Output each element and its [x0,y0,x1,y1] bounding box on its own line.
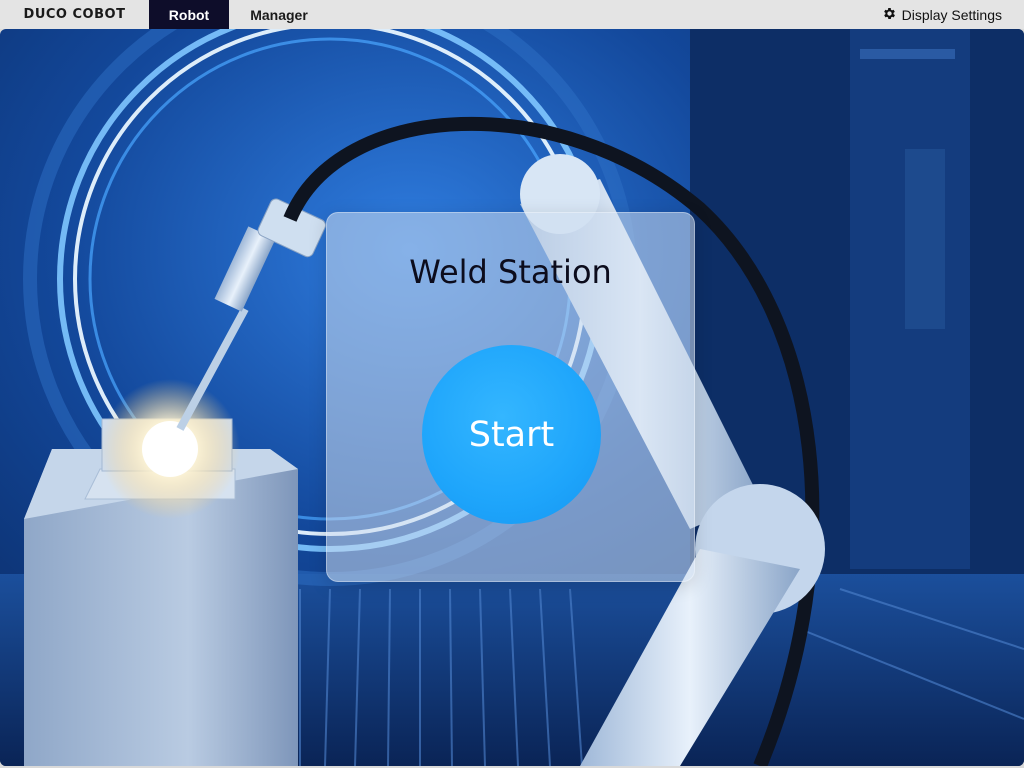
tab-manager[interactable]: Manager [229,0,329,29]
weld-station-panel: Weld Station Start [326,212,695,582]
background-scene: Weld Station Start [0,29,1024,766]
brand-logo: DUCO COBOT [23,7,126,22]
start-button[interactable]: Start [422,345,601,524]
display-settings-button[interactable]: Display Settings [882,0,1002,29]
panel-title: Weld Station [409,253,612,291]
tab-robot[interactable]: Robot [149,0,229,29]
top-bar: DUCO COBOT Robot Manager Display Setting… [0,0,1024,29]
display-settings-label: Display Settings [901,6,1002,23]
gear-icon [882,6,897,24]
